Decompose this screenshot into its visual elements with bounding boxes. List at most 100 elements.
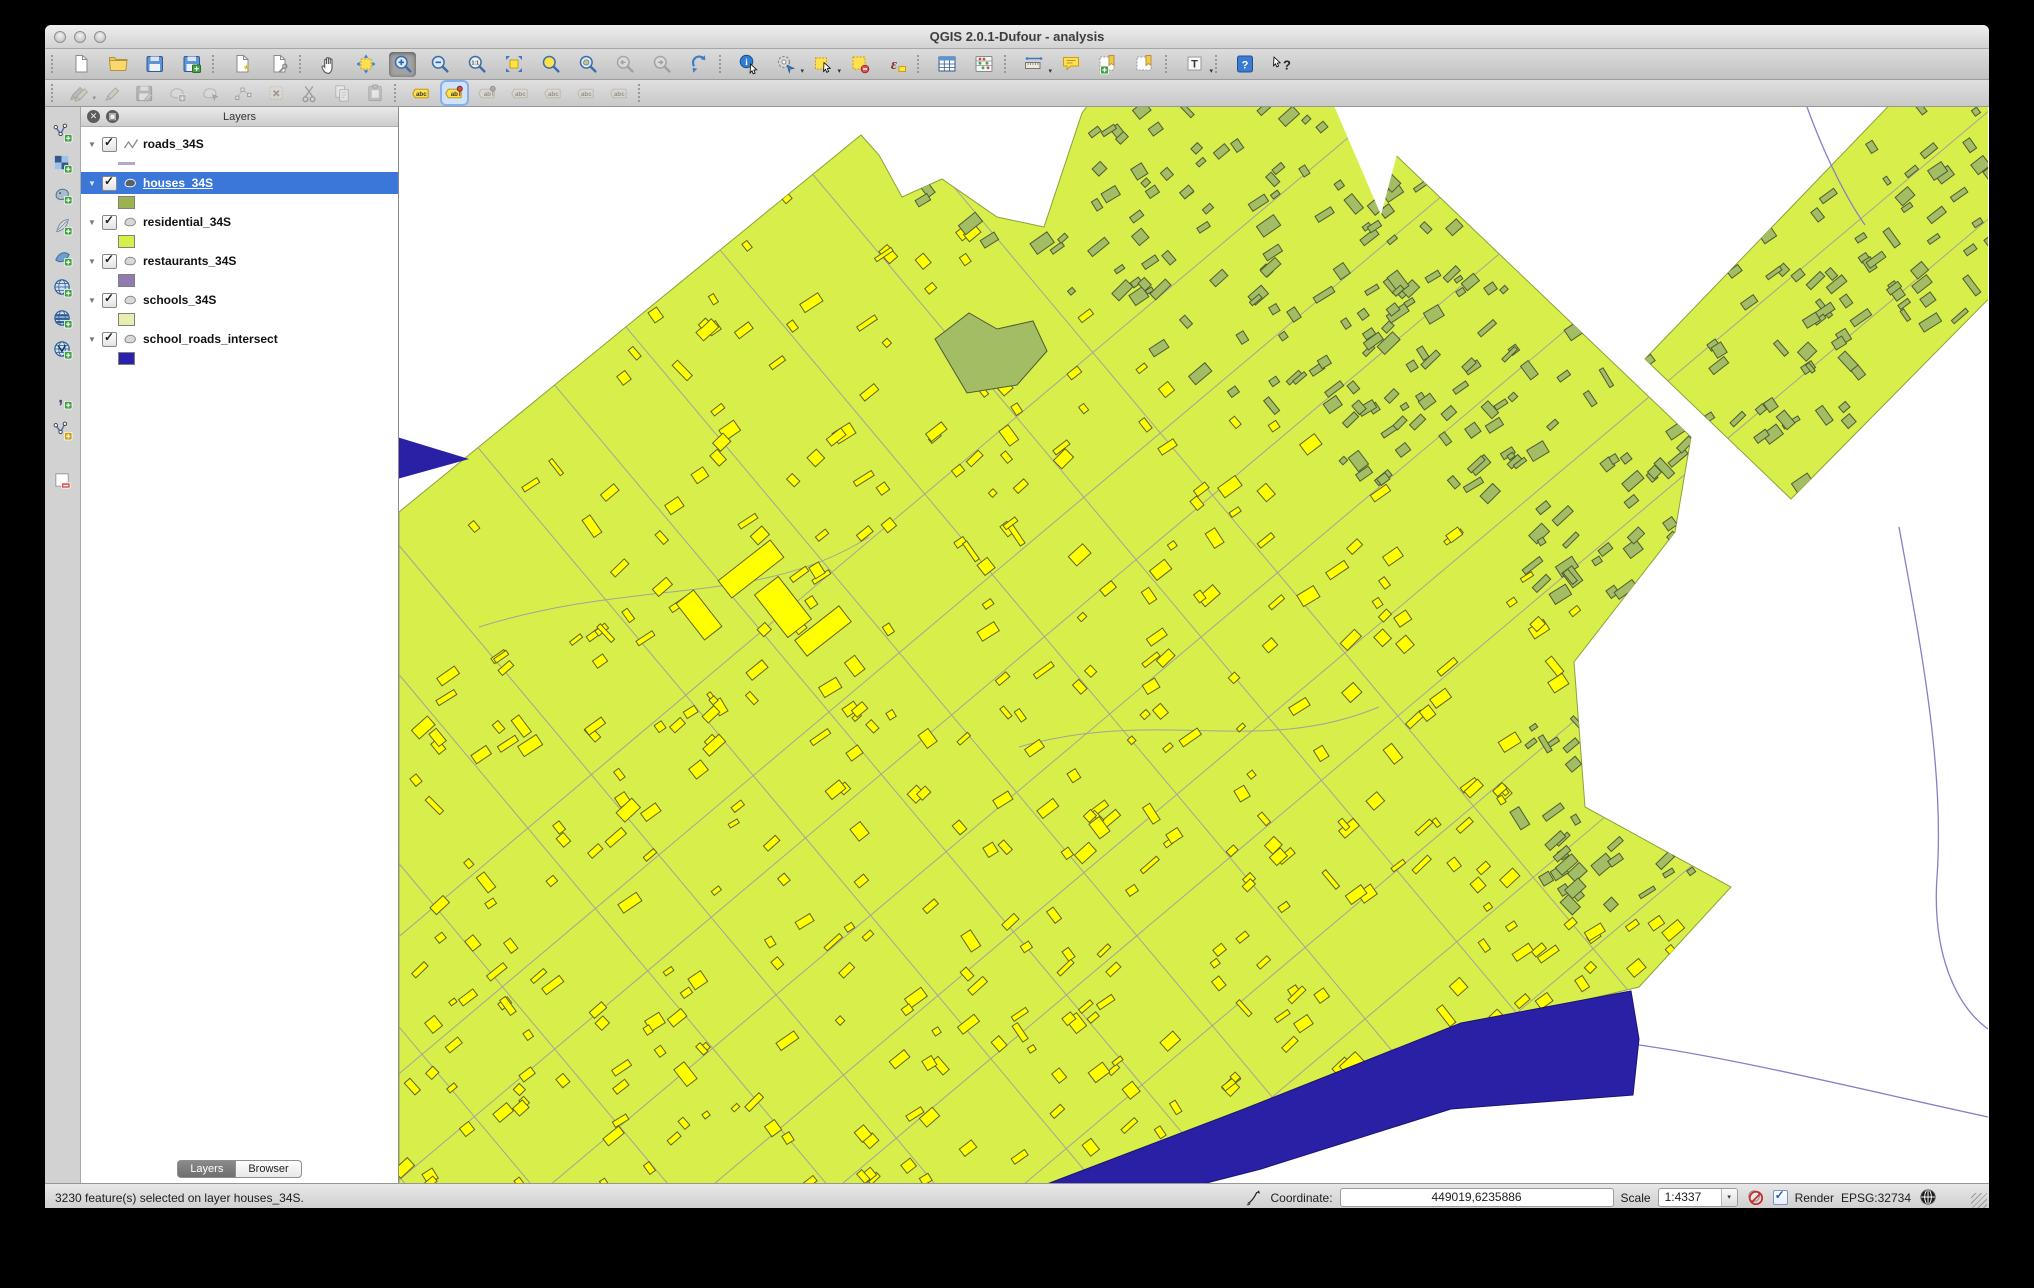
layer-swatch[interactable] xyxy=(118,352,135,365)
help-contents-button[interactable]: ? xyxy=(1231,52,1258,77)
zoom-in-button[interactable] xyxy=(389,51,416,77)
layer-expander-icon[interactable]: ▼ xyxy=(88,296,100,305)
crs-status-icon[interactable] xyxy=(1918,1187,1939,1208)
layer-swatch[interactable] xyxy=(118,313,135,326)
zoom-out-button[interactable] xyxy=(426,52,453,77)
remove-layer-button[interactable] xyxy=(49,468,76,493)
layer-visibility-checkbox[interactable]: ✓ xyxy=(102,135,117,152)
layer-expander-icon[interactable]: ▼ xyxy=(88,140,100,149)
add-postgis-layer-button[interactable] xyxy=(49,182,76,207)
render-checkbox[interactable]: ✓ xyxy=(1772,1188,1788,1205)
layer-expander-icon[interactable]: ▼ xyxy=(88,257,100,266)
current-edits-dropdown-icon[interactable]: ▾ xyxy=(92,94,96,102)
new-shapefile-layer-button[interactable] xyxy=(49,418,76,443)
coordinate-input[interactable]: 449019,6235886 xyxy=(1339,1188,1614,1207)
coordinate-toggle-icon[interactable] xyxy=(1243,1187,1264,1208)
toolbar-drag-handle[interactable] xyxy=(51,84,58,102)
map-canvas[interactable] xyxy=(399,107,1989,1183)
panel-tab-browser[interactable]: Browser xyxy=(235,1160,302,1178)
layer-item-houses_34S[interactable]: ▼ ✓ houses_34S xyxy=(81,172,398,194)
new-project-button[interactable] xyxy=(67,52,94,77)
measure-button[interactable]: ▾ xyxy=(1020,52,1052,77)
stop-render-icon[interactable] xyxy=(1745,1187,1766,1208)
layer-visibility-checkbox[interactable]: ✓ xyxy=(102,174,117,191)
toolbar-drag-handle[interactable] xyxy=(51,55,58,73)
layer-symbology-row xyxy=(81,155,398,172)
new-composer-button[interactable]: * xyxy=(228,52,255,77)
layer-swatch[interactable] xyxy=(118,235,135,248)
add-wms-layer-button[interactable] xyxy=(49,275,76,300)
toolbar-drag-handle[interactable] xyxy=(917,55,924,73)
layer-item-restaurants_34S[interactable]: ▼ ✓ restaurants_34S xyxy=(81,250,398,272)
new-bookmark-button[interactable] xyxy=(1094,52,1121,77)
layer-expander-icon[interactable]: ▼ xyxy=(88,335,100,344)
save-project-button[interactable] xyxy=(141,52,168,77)
mag-native-icon: 1:1 xyxy=(466,53,488,75)
select-by-expression-button[interactable]: ε xyxy=(883,52,910,77)
layer-item-school_roads_intersect[interactable]: ▼ ✓ school_roads_intersect xyxy=(81,328,398,350)
labeling-button[interactable]: abc xyxy=(409,82,434,104)
add-spatialite-layer-button[interactable] xyxy=(49,213,76,238)
check-icon: ✓ xyxy=(104,251,115,266)
select-features-dropdown-icon[interactable]: ▾ xyxy=(837,67,841,75)
pan-to-selection-button[interactable] xyxy=(352,52,379,77)
layer-swatch[interactable] xyxy=(118,196,135,209)
whats-this-button[interactable]: ? xyxy=(1268,52,1295,77)
deselect-all-button[interactable] xyxy=(846,52,873,77)
add-wfs-layer-button[interactable] xyxy=(49,337,76,362)
layer-visibility-checkbox[interactable]: ✓ xyxy=(102,251,117,269)
open-project-button[interactable] xyxy=(104,52,131,77)
layer-visibility-checkbox[interactable]: ✓ xyxy=(102,330,117,347)
field-calculator-button[interactable] xyxy=(970,52,997,77)
layer-item-schools_34S[interactable]: ▼ ✓ schools_34S xyxy=(81,289,398,311)
folder-icon xyxy=(107,53,129,75)
run-feature-action-dropdown-icon[interactable]: ▾ xyxy=(800,67,804,75)
refresh-button[interactable] xyxy=(685,52,712,77)
select-features-button[interactable]: ▾ xyxy=(809,52,841,77)
layer-swatch[interactable] xyxy=(118,162,135,165)
save-project-as-button[interactable] xyxy=(178,52,205,77)
resize-grip[interactable] xyxy=(1971,1193,1987,1208)
zoom-full-button[interactable] xyxy=(500,52,527,77)
text-annotation-button[interactable]: T ▾ xyxy=(1181,52,1213,77)
toolbar-drag-handle[interactable] xyxy=(719,55,726,73)
layer-item-residential_34S[interactable]: ▼ ✓ residential_34S xyxy=(81,211,398,233)
layer-expander-icon[interactable]: ▼ xyxy=(88,218,100,227)
layer-item-roads_34S[interactable]: ▼ ✓ roads_34S xyxy=(81,133,398,155)
layer-visibility-checkbox[interactable]: ✓ xyxy=(102,291,117,308)
text-annotation-dropdown-icon[interactable]: ▾ xyxy=(1209,67,1213,75)
toolbar-drag-handle[interactable] xyxy=(1215,55,1222,73)
title-bar[interactable]: QGIS 2.0.1-Dufour - analysis xyxy=(45,25,1989,49)
add-mssql-layer-button[interactable] xyxy=(49,244,76,269)
toolbar-drag-handle[interactable] xyxy=(638,84,645,102)
toolbar-drag-handle[interactable] xyxy=(1165,55,1172,73)
run-feature-action-button[interactable]: ▾ xyxy=(772,52,804,77)
panel-tab-layers[interactable]: Layers xyxy=(177,1160,236,1178)
zoom-native-button[interactable]: 1:1 xyxy=(463,52,490,77)
scale-combo[interactable]: 1:4337 ▾ xyxy=(1657,1188,1738,1207)
zoom-to-layer-button[interactable] xyxy=(574,52,601,77)
scale-dropdown-icon[interactable]: ▾ xyxy=(1720,1189,1737,1206)
mag-selection-icon xyxy=(540,53,562,75)
add-vector-layer-button[interactable] xyxy=(49,120,76,145)
manage-layers-toolbar: , xyxy=(45,107,81,1183)
pan-map-button[interactable] xyxy=(315,52,342,77)
layer-visibility-checkbox[interactable]: ✓ xyxy=(102,213,117,230)
add-raster-layer-button[interactable] xyxy=(49,151,76,176)
attribute-table-button[interactable] xyxy=(933,52,960,77)
measure-dropdown-icon[interactable]: ▾ xyxy=(1048,67,1052,75)
toolbar-drag-handle[interactable] xyxy=(212,55,219,73)
composer-manager-button[interactable] xyxy=(265,52,292,77)
show-bookmarks-button[interactable] xyxy=(1131,52,1158,77)
map-tips-button[interactable] xyxy=(1057,52,1084,77)
toolbar-drag-handle[interactable] xyxy=(1004,55,1011,73)
identify-button[interactable]: i xyxy=(735,52,762,77)
layer-expander-icon[interactable]: ▼ xyxy=(88,179,100,188)
add-delimited-text-layer-button[interactable]: , xyxy=(49,387,76,412)
label-pin-button[interactable]: ab xyxy=(440,80,469,106)
toolbar-drag-handle[interactable] xyxy=(394,84,401,102)
add-wcs-layer-button[interactable] xyxy=(49,306,76,331)
zoom-to-selection-button[interactable] xyxy=(537,52,564,77)
layer-swatch[interactable] xyxy=(118,274,135,287)
toolbar-drag-handle[interactable] xyxy=(299,55,306,73)
